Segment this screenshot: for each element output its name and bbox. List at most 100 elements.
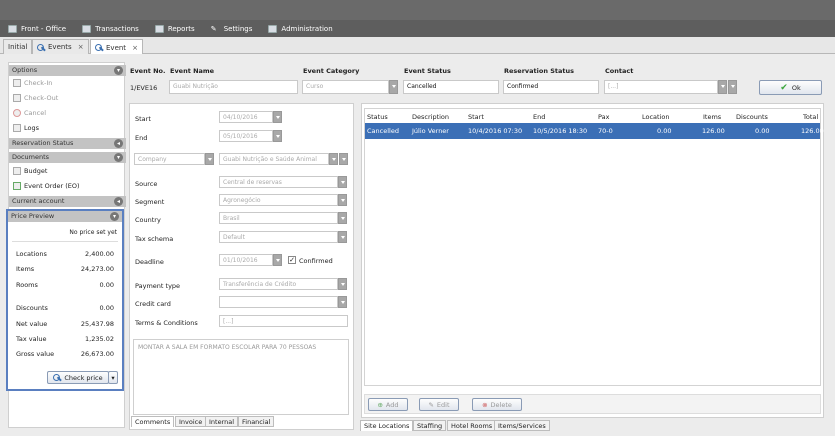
cell-pax: 70-0	[598, 127, 613, 135]
segment-field[interactable]: Agronegócio	[219, 194, 338, 206]
company-search-button[interactable]	[329, 153, 338, 165]
event-status-field[interactable]: Cancelled	[403, 80, 499, 94]
menu-front-office[interactable]: Front - Office	[8, 24, 66, 33]
collapse-icon[interactable]: ▾	[110, 212, 119, 221]
option-cancel[interactable]: Cancel	[13, 109, 46, 117]
tab-invoice[interactable]: Invoice	[175, 416, 207, 427]
current-account-header[interactable]: Current account ◂	[9, 196, 126, 207]
event-category-dropdown[interactable]	[389, 80, 398, 94]
document-event-order[interactable]: Event Order (EO)	[13, 182, 80, 190]
end-date-field[interactable]: 05/10/2016	[219, 130, 273, 142]
reservation-status-field[interactable]: Confirmed	[503, 80, 599, 94]
check-price-dropdown[interactable]: ▾	[108, 371, 118, 384]
column-header-location[interactable]: Location	[642, 113, 670, 121]
column-header-total[interactable]: Total	[803, 113, 818, 121]
menu-transactions[interactable]: Transactions	[82, 24, 139, 33]
check-price-button[interactable]: Check price	[47, 371, 109, 384]
close-icon[interactable]: ×	[132, 44, 138, 52]
reservation-status-header[interactable]: Reservation Status ◂	[9, 138, 126, 149]
administration-icon	[268, 24, 278, 33]
edit-button[interactable]: ✎ Edit	[419, 398, 459, 411]
menu-reports[interactable]: Reports	[154, 24, 195, 33]
title-bar	[0, 0, 835, 20]
options-header[interactable]: Options ▾	[9, 65, 126, 76]
deadline-picker[interactable]	[273, 254, 282, 266]
collapse-icon[interactable]: ▾	[114, 153, 123, 162]
entity-type-dropdown[interactable]	[205, 153, 214, 165]
cell-status: Cancelled	[367, 127, 399, 135]
column-header-pax[interactable]: Pax	[598, 113, 609, 121]
contact-search-button[interactable]	[718, 80, 727, 94]
expand-icon[interactable]: ◂	[114, 197, 123, 206]
tab-staffing[interactable]: Staffing	[413, 420, 447, 431]
option-check-out[interactable]: Check-Out	[13, 94, 58, 102]
event-category-field[interactable]: Curso	[302, 80, 389, 94]
column-header-description[interactable]: Description	[412, 113, 449, 121]
confirmed-checkbox[interactable]: ✓	[288, 256, 296, 264]
expand-icon[interactable]: ◂	[114, 139, 123, 148]
cell-description: Júlio Verner	[412, 127, 449, 135]
tab-initial[interactable]: Initial	[3, 39, 33, 54]
cell-total: 126.00	[801, 127, 824, 135]
tab-site-locations[interactable]: Site Locations	[360, 420, 414, 431]
contact-field[interactable]: [...]	[604, 80, 718, 94]
tax-schema-field[interactable]: Default	[219, 231, 338, 243]
column-header-items[interactable]: Items	[703, 113, 721, 121]
tab-event[interactable]: Event ×	[90, 39, 143, 55]
end-label: End	[135, 134, 148, 142]
reservation-status-label: Reservation Status	[504, 67, 574, 75]
deadline-field[interactable]: 01/10/2016	[219, 254, 273, 266]
company-field[interactable]: Guabi Nutrição e Saúde Animal	[219, 153, 329, 165]
column-header-status[interactable]: Status	[367, 113, 388, 121]
company-clear-button[interactable]	[339, 153, 348, 165]
tab-items-services[interactable]: Items/Services	[494, 420, 550, 431]
column-header-end[interactable]: End	[533, 113, 545, 121]
entity-type-select[interactable]: Company	[134, 153, 205, 165]
contact-label: Contact	[605, 67, 634, 75]
segment-dropdown[interactable]	[338, 194, 347, 206]
start-date-field[interactable]: 04/10/2016	[219, 111, 273, 123]
collapse-icon[interactable]: ▾	[114, 66, 123, 75]
source-dropdown[interactable]	[338, 176, 347, 188]
tab-hotel-rooms[interactable]: Hotel Rooms	[447, 420, 497, 431]
tab-internal[interactable]: Internal	[205, 416, 239, 427]
source-field[interactable]: Central de reservas	[219, 176, 338, 188]
document-budget[interactable]: Budget	[13, 167, 47, 175]
tab-financial[interactable]: Financial	[238, 416, 275, 427]
country-dropdown[interactable]	[338, 212, 347, 224]
payment-type-dropdown[interactable]	[338, 278, 347, 290]
tab-comments[interactable]: Comments	[131, 416, 175, 427]
event-no-value: 1/EVE16	[130, 84, 158, 92]
credit-card-dropdown[interactable]	[338, 296, 347, 308]
comments-textarea[interactable]: MONTAR A SALA EM FORMATO ESCOLAR PARA 70…	[133, 339, 349, 415]
menu-settings[interactable]: ✎ Settings	[211, 25, 253, 33]
price-row-items: Items 24,273.00	[16, 265, 114, 273]
event-name-field[interactable]: Guabi Nutrição	[169, 80, 298, 94]
end-date-picker[interactable]	[273, 130, 282, 142]
tab-events[interactable]: Events ×	[32, 39, 89, 54]
price-row-net: Net value 25,437.98	[16, 320, 114, 328]
main-menu: Front - Office Transactions Reports ✎ Set…	[0, 20, 835, 37]
add-button[interactable]: ⊕ Add	[368, 398, 408, 411]
option-check-in[interactable]: Check-In	[13, 79, 52, 87]
start-label: Start	[135, 115, 151, 123]
menu-administration[interactable]: Administration	[268, 24, 333, 33]
start-date-picker[interactable]	[273, 111, 282, 123]
ok-button[interactable]: ✔ Ok	[759, 80, 822, 95]
tax-schema-dropdown[interactable]	[338, 231, 347, 243]
close-icon[interactable]: ×	[78, 43, 84, 51]
delete-button[interactable]: ⊗ Delete	[472, 398, 522, 411]
event-category-label: Event Category	[303, 67, 360, 75]
price-preview-header[interactable]: Price Preview ▾	[8, 211, 122, 222]
option-logs[interactable]: Logs	[13, 124, 39, 132]
column-header-discounts[interactable]: Discounts	[736, 113, 768, 121]
documents-header[interactable]: Documents ▾	[9, 152, 126, 163]
cell-start: 10/4/2016 07:30	[468, 127, 523, 135]
check-in-icon	[13, 79, 21, 87]
payment-type-field[interactable]: Transferência de Crédito	[219, 278, 338, 290]
terms-field[interactable]: [...]	[219, 315, 348, 327]
contact-clear-button[interactable]	[728, 80, 737, 94]
column-header-start[interactable]: Start	[468, 113, 484, 121]
credit-card-field[interactable]	[219, 296, 338, 308]
country-field[interactable]: Brasil	[219, 212, 338, 224]
